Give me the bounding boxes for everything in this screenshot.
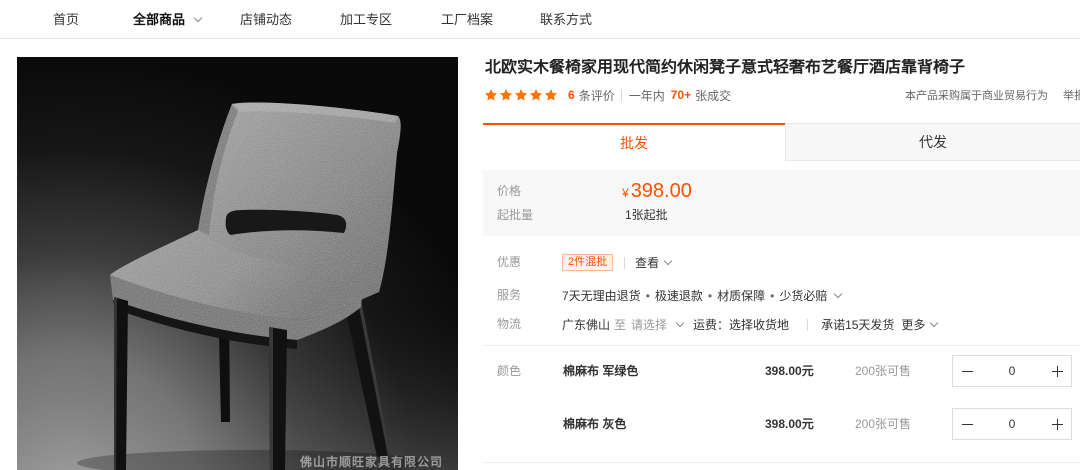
option-price: 398.00元 (765, 364, 814, 378)
service-item: 少货必赔 (779, 289, 828, 303)
separator-dot: • (645, 288, 650, 303)
quantity-input[interactable] (981, 356, 1043, 386)
promo-row: 2件混批 查看 (562, 254, 673, 271)
chevron-down-icon[interactable] (834, 289, 843, 298)
sold-label: 张成交 (695, 88, 732, 103)
chevron-down-icon (663, 256, 673, 265)
decrease-button[interactable] (953, 356, 981, 386)
star-icon (514, 89, 528, 101)
option-price: 398.00元 (765, 417, 814, 431)
star-icon (529, 89, 543, 101)
moq-label: 起批量 (497, 208, 534, 222)
plus-icon (1051, 418, 1063, 430)
option-name: 棉麻布 军绿色 (563, 364, 639, 378)
rating-row: 6 条评价 一年内 70+ 张成交 (484, 87, 731, 103)
quantity-input[interactable] (981, 409, 1043, 439)
destination-select[interactable]: 请选择 (631, 316, 685, 333)
divider (807, 318, 809, 331)
nav-item-shop-news[interactable]: 店铺动态 (240, 11, 292, 28)
ship-to-label: 至 (614, 318, 627, 332)
moq-value: 1张起批 (625, 208, 668, 222)
more-label: 更多 (901, 318, 926, 332)
color-option-row: 棉麻布 军绿色 398.00元 200张可售 (483, 355, 1080, 387)
decrease-button[interactable] (953, 409, 981, 439)
separator-dot: • (770, 288, 775, 303)
minus-icon (961, 370, 973, 372)
logistics-label: 物流 (497, 317, 522, 331)
sales-period: 一年内 (628, 88, 665, 103)
minus-icon (961, 423, 973, 425)
product-main-image[interactable]: 佛山市顺旺家具有限公司 (17, 57, 458, 470)
service-item: 极速退款 (654, 289, 703, 303)
delivery-promise: 承诺15天发货 (821, 318, 895, 332)
divider (624, 256, 626, 269)
tab-label: 批发 (620, 135, 648, 151)
quantity-stepper (952, 408, 1072, 440)
view-promo-link[interactable]: 查看 (635, 254, 673, 271)
quantity-stepper (952, 355, 1072, 387)
price-amount: 398.00 (630, 180, 692, 202)
color-option-row: 棉麻布 灰色 398.00元 200张可售 (483, 408, 1080, 440)
option-name: 棉麻布 灰色 (563, 417, 627, 431)
review-link[interactable]: 条评价 (579, 87, 615, 104)
divider (483, 462, 1080, 463)
tab-label: 代发 (919, 134, 947, 150)
nav-item-label: 首页 (53, 12, 80, 27)
trade-notice: 本产品采购属于商业贸易行为 (905, 90, 1048, 102)
chevron-down-icon (675, 318, 685, 327)
star-icon (499, 89, 513, 101)
option-stock: 200张可售 (855, 417, 912, 431)
chevron-down-icon (930, 318, 939, 327)
separator-dot: • (707, 288, 713, 303)
rating-stars (484, 88, 558, 102)
currency-symbol: ¥ (622, 186, 629, 200)
product-title: 北欧实木餐椅家用现代简约休闲凳子意式轻奢布艺餐厅酒店靠背椅子 (485, 59, 966, 76)
product-info-panel: 北欧实木餐椅家用现代简约休闲凳子意式轻奢布艺餐厅酒店靠背椅子 6 条评价 一年内… (483, 0, 1080, 470)
report-link[interactable]: 举报 (1063, 88, 1080, 104)
chevron-down-icon (193, 13, 203, 22)
nav-item-label: 店铺动态 (240, 12, 293, 27)
price-label: 价格 (497, 184, 522, 198)
nav-item-home[interactable]: 首页 (53, 11, 79, 28)
service-item: 7天无理由退货 (562, 289, 641, 303)
image-watermark: 佛山市顺旺家具有限公司 (300, 455, 444, 469)
tab-dropship[interactable]: 代发 (785, 123, 1080, 161)
increase-button[interactable] (1043, 409, 1071, 439)
nav-item-label: 全部商品 (133, 12, 186, 27)
more-logistics-link[interactable]: 更多 (901, 316, 939, 333)
view-promo-label: 查看 (635, 256, 660, 270)
nav-item-all-products[interactable]: 全部商品 (133, 11, 203, 28)
option-stock: 200张可售 (855, 364, 912, 378)
review-count[interactable]: 6 (568, 88, 575, 102)
price-box: 价格 ¥ 398.00 起批量 1张起批 (483, 170, 1080, 236)
service-label: 服务 (497, 288, 522, 302)
plus-icon (1051, 365, 1063, 377)
increase-button[interactable] (1043, 356, 1071, 386)
star-icon (544, 89, 558, 101)
promo-badge: 2件混批 (562, 254, 614, 271)
sold-count: 70+ (670, 88, 692, 102)
logistics-row: 广东佛山 至 请选择 运费：选择收货地 承诺15天发货 更多 (562, 316, 939, 333)
shipping-fee: 运费：选择收货地 (693, 318, 790, 332)
nav-item-label: 加工专区 (340, 12, 393, 27)
promo-label: 优惠 (497, 255, 522, 269)
destination-placeholder: 请选择 (631, 318, 668, 332)
divider (483, 345, 1080, 346)
price: ¥ 398.00 (622, 179, 692, 203)
service-item: 材质保障 (717, 289, 766, 303)
ship-origin: 广东佛山 (562, 318, 611, 332)
divider (620, 89, 622, 101)
service-row: 7天无理由退货 • 极速退款 • 材质保障 • 少货必赔 (562, 287, 843, 304)
tab-wholesale[interactable]: 批发 (483, 123, 785, 161)
chair-photo (17, 57, 458, 470)
nav-item-processing[interactable]: 加工专区 (340, 11, 392, 28)
star-icon (484, 89, 498, 101)
